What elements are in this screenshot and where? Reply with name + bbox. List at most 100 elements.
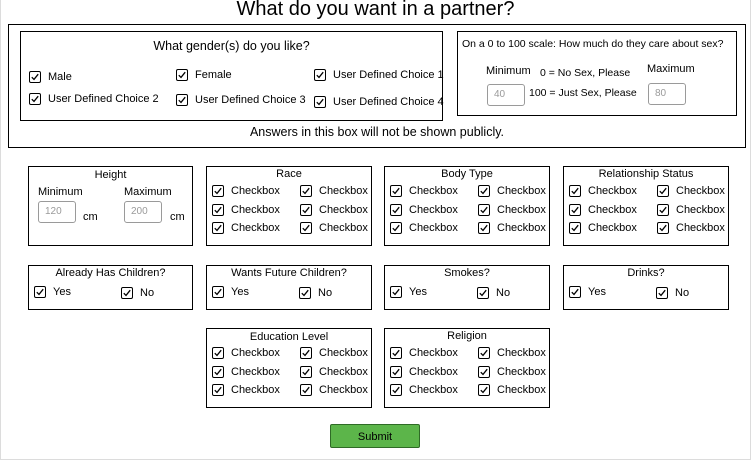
gender-option-male[interactable]: Male [29,71,72,83]
drinks-no-checkbox[interactable]: No [656,287,689,299]
height-min-unit: cm [83,211,98,223]
drinks-title: Drinks? [627,267,665,279]
checkbox-checked-icon [478,222,490,234]
smokes-yes-checkbox[interactable]: Yes [390,286,427,298]
gender-option-user-2[interactable]: User Defined Choice 2 [29,93,159,105]
height-max-input[interactable]: 200 [124,201,162,223]
religion-checkbox[interactable]: Checkbox [478,347,546,359]
gender-option-label: Female [195,69,232,81]
relationship-checkbox[interactable]: Checkbox [569,204,637,216]
checkbox-checked-icon [478,185,490,197]
race-checkbox[interactable]: Checkbox [300,222,368,234]
checkbox-label: Checkbox [409,347,458,359]
checkbox-label: Checkbox [588,222,637,234]
smokes-no-checkbox[interactable]: No [477,287,510,299]
education-checkbox[interactable]: Checkbox [300,384,368,396]
gender-option-user-1[interactable]: User Defined Choice 1 [314,69,444,81]
children-no-checkbox[interactable]: No [121,287,154,299]
education-checkbox[interactable]: Checkbox [212,384,280,396]
education-checkbox[interactable]: Checkbox [300,366,368,378]
religion-checkbox[interactable]: Checkbox [478,366,546,378]
checkbox-label: Checkbox [231,366,280,378]
sex-scale-section: On a 0 to 100 scale: How much do they ca… [457,31,737,116]
checkbox-label: Checkbox [231,347,280,359]
relationship-checkbox[interactable]: Checkbox [657,185,725,197]
checkbox-checked-icon [176,69,188,81]
checkbox-checked-icon [300,384,312,396]
body-type-checkbox[interactable]: Checkbox [390,185,458,197]
body-type-checkbox[interactable]: Checkbox [478,185,546,197]
private-note: Answers in this box will not be shown pu… [249,125,505,139]
children-yes-checkbox[interactable]: Yes [34,286,71,298]
checkbox-label: Checkbox [409,384,458,396]
race-checkbox[interactable]: Checkbox [212,204,280,216]
race-title: Race [276,168,302,180]
checkbox-label: Checkbox [497,384,546,396]
checkbox-checked-icon [477,287,489,299]
religion-checkbox[interactable]: Checkbox [478,384,546,396]
race-checkbox[interactable]: Checkbox [212,222,280,234]
body-type-checkbox[interactable]: Checkbox [478,222,546,234]
checkbox-checked-icon [656,287,668,299]
gender-option-user-4[interactable]: User Defined Choice 4 [314,96,444,108]
religion-checkbox[interactable]: Checkbox [390,384,458,396]
checkbox-label: Checkbox [231,384,280,396]
drinks-yes-checkbox[interactable]: Yes [569,286,606,298]
height-min-label: Minimum [38,186,83,198]
sex-high-note: 100 = Just Sex, Please [529,87,637,99]
checkbox-checked-icon [657,222,669,234]
relationship-checkbox[interactable]: Checkbox [569,222,637,234]
checkbox-label: Checkbox [497,204,546,216]
checkbox-checked-icon [390,347,402,359]
children-title: Already Has Children? [55,267,166,279]
future-children-no-checkbox[interactable]: No [299,287,332,299]
checkbox-label: Checkbox [319,204,368,216]
checkbox-label: Checkbox [497,185,546,197]
race-checkbox[interactable]: Checkbox [300,185,368,197]
sex-max-input[interactable]: 80 [648,83,686,105]
sex-scale-question: On a 0 to 100 scale: How much do they ca… [462,38,724,50]
religion-checkbox[interactable]: Checkbox [390,366,458,378]
body-type-checkbox[interactable]: Checkbox [478,204,546,216]
height-section: Height Minimum Maximum 120 cm 200 cm [28,166,193,246]
checkbox-label: Checkbox [676,222,725,234]
relationship-title: Relationship Status [598,168,694,180]
relationship-checkbox[interactable]: Checkbox [657,204,725,216]
race-section: Race Checkbox Checkbox Checkbox Checkbox Che… [206,166,372,246]
education-title: Education Level [249,331,329,343]
gender-option-female[interactable]: Female [176,69,232,81]
checkbox-checked-icon [314,96,326,108]
body-type-checkbox[interactable]: Checkbox [390,204,458,216]
checkbox-label: Checkbox [319,347,368,359]
checkbox-checked-icon [478,347,490,359]
height-min-input[interactable]: 120 [38,201,76,223]
gender-option-user-3[interactable]: User Defined Choice 3 [176,94,306,106]
education-checkbox[interactable]: Checkbox [212,366,280,378]
checkbox-label: Checkbox [497,347,546,359]
future-children-yes-checkbox[interactable]: Yes [212,286,249,298]
checkbox-label: Checkbox [676,185,725,197]
relationship-checkbox[interactable]: Checkbox [569,185,637,197]
height-max-label: Maximum [124,186,172,198]
race-checkbox[interactable]: Checkbox [300,204,368,216]
checkbox-checked-icon [569,286,581,298]
relationship-checkbox[interactable]: Checkbox [657,222,725,234]
sex-low-note: 0 = No Sex, Please [540,67,631,79]
checkbox-checked-icon [212,366,224,378]
body-type-checkbox[interactable]: Checkbox [390,222,458,234]
race-checkbox[interactable]: Checkbox [212,185,280,197]
education-checkbox[interactable]: Checkbox [300,347,368,359]
checkbox-label: Checkbox [588,204,637,216]
no-label: No [496,287,511,299]
checkbox-label: Checkbox [409,185,458,197]
checkbox-label: Checkbox [676,204,725,216]
yes-label: Yes [53,286,71,298]
submit-button[interactable]: Submit [330,424,420,448]
education-checkbox[interactable]: Checkbox [212,347,280,359]
checkbox-label: Checkbox [409,204,458,216]
religion-checkbox[interactable]: Checkbox [390,347,458,359]
yes-label: Yes [409,286,427,298]
sex-min-input[interactable]: 40 [487,84,525,106]
education-section: Education Level Checkbox Checkbox Checkbox… [206,328,372,408]
sex-max-label: Maximum [647,63,695,75]
